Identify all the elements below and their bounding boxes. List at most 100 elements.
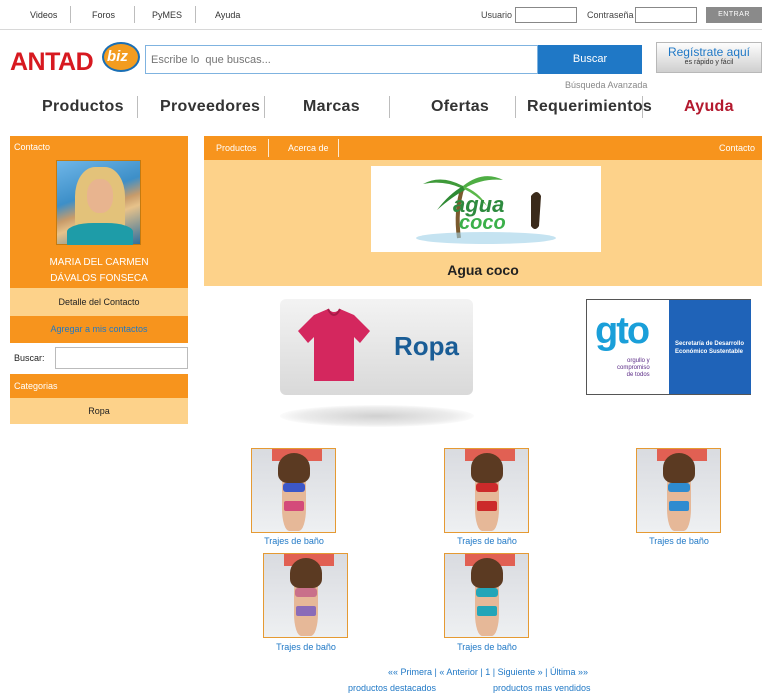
advanced-search-link[interactable]: Búsqueda Avanzada — [565, 80, 647, 90]
swimsuit-bottom — [477, 501, 497, 511]
pager-last[interactable]: Última »» — [550, 667, 588, 677]
sponsor-blue-panel: Secretaría de Desarrollo Económico Suste… — [669, 300, 751, 394]
tab-divider — [338, 139, 339, 157]
tagline-line: compromiso — [617, 365, 650, 371]
category-banner-label: Ropa — [394, 331, 459, 361]
sponsor-banner[interactable]: gto orgullo y compromiso de todos Secret… — [586, 299, 751, 395]
sponsor-tagline: orgullo y compromiso de todos — [617, 358, 650, 379]
top-bar: Videos Foros PyMES Ayuda Usuario Contras… — [0, 0, 762, 30]
category-banner-ropa[interactable]: Ropa — [280, 299, 473, 395]
model-hair — [471, 453, 503, 483]
product-image[interactable] — [251, 448, 336, 533]
password-input[interactable] — [635, 7, 697, 23]
top-divider — [134, 6, 135, 23]
sidebar-search-label: Buscar: — [14, 353, 45, 363]
tab-acerca-de[interactable]: Acerca de — [288, 143, 329, 153]
shirt-icon — [298, 308, 370, 381]
tagline-line: de todos — [626, 372, 650, 378]
usuario-label: Usuario — [481, 10, 513, 20]
contact-detail-link[interactable]: Detalle del Contacto — [10, 288, 188, 316]
model-hair — [290, 558, 322, 588]
tab-productos[interactable]: Productos — [216, 143, 257, 153]
store-tabs: Productos Acerca de Contacto — [204, 136, 762, 160]
contact-title: Contacto — [14, 142, 51, 152]
pager-prev[interactable]: « Anterior — [439, 667, 478, 677]
usuario-input[interactable] — [515, 7, 577, 23]
nav-ofertas[interactable]: Ofertas — [431, 98, 489, 116]
add-contact-link[interactable]: Agregar a mis contactos — [10, 316, 188, 343]
top-link-ayuda[interactable]: Ayuda — [215, 10, 240, 20]
pager-first[interactable]: «« Primera — [388, 667, 432, 677]
sidebar-search-input[interactable] — [55, 347, 188, 369]
nav-marcas[interactable]: Marcas — [303, 98, 360, 116]
top-divider — [195, 6, 196, 23]
model-hair — [278, 453, 310, 483]
product-label[interactable]: Trajes de baño — [437, 642, 537, 652]
swimsuit-top — [295, 588, 317, 597]
store-banner: agua coco Agua coco — [204, 160, 762, 286]
search-box — [145, 45, 538, 74]
secretaria-line: Secretaría de Desarrollo — [675, 341, 745, 347]
nav-divider — [137, 96, 138, 118]
store-name: Agua coco — [447, 262, 519, 278]
nav-productos[interactable]: Productos — [42, 98, 124, 116]
product-image[interactable] — [444, 448, 529, 533]
product-label[interactable]: Trajes de baño — [256, 642, 356, 652]
tab-divider — [268, 139, 269, 157]
search-input[interactable] — [146, 46, 537, 73]
model-hair — [471, 558, 503, 588]
swimsuit-bottom — [669, 501, 689, 511]
top-link-videos[interactable]: Videos — [30, 10, 57, 20]
secretaria-line: Económico Sustentable — [675, 349, 744, 355]
password-label: Contraseña — [587, 10, 634, 20]
top-link-pymes[interactable]: PyMES — [152, 10, 182, 20]
logo-suffix: biz — [107, 48, 128, 65]
product-label[interactable]: Trajes de baño — [437, 536, 537, 546]
pagination: «« Primera | « Anterior | 1 | Siguiente … — [388, 667, 588, 677]
contact-avatar[interactable] — [56, 160, 141, 245]
swimsuit-bottom — [284, 501, 304, 511]
top-link-foros[interactable]: Foros — [92, 10, 115, 20]
search-button[interactable]: Buscar — [538, 45, 642, 74]
top-divider — [70, 6, 71, 23]
register-title: Regístrate aquí — [667, 45, 751, 59]
categories-header: Categorias — [10, 374, 188, 398]
product-image[interactable] — [636, 448, 721, 533]
register-button[interactable]: Regístrate aquí es rápido y fácil — [656, 42, 762, 73]
product-image[interactable] — [444, 553, 529, 638]
product-label[interactable]: Trajes de baño — [244, 536, 344, 546]
contact-name-line2: DÁVALOS FONSECA — [50, 273, 148, 284]
swimsuit-bottom — [296, 606, 316, 616]
pager-current: 1 — [485, 667, 491, 677]
nav-divider — [515, 96, 516, 118]
nav-divider — [264, 96, 265, 118]
logo-word: ANTAD — [10, 48, 94, 76]
main-nav: Productos Proveedores Marcas Ofertas Req… — [0, 93, 762, 121]
swimsuit-top — [476, 483, 498, 492]
nav-ayuda[interactable]: Ayuda — [684, 98, 734, 116]
category-item-ropa[interactable]: Ropa — [10, 398, 188, 424]
nav-divider — [642, 96, 643, 118]
contact-panel: Contacto MARIA DEL CARMEN DÁVALOS FONSEC… — [10, 136, 188, 288]
swimsuit-top — [668, 483, 690, 492]
antad-logo[interactable]: ANTAD biz — [10, 42, 140, 78]
nav-divider — [389, 96, 390, 118]
pager-next[interactable]: Siguiente » — [498, 667, 543, 677]
tab-contacto[interactable]: Contacto — [719, 143, 755, 153]
entrar-button[interactable]: ENTRAR — [706, 7, 762, 23]
product-label[interactable]: Trajes de baño — [629, 536, 729, 546]
avatar-face — [87, 179, 113, 213]
model-hair — [663, 453, 695, 483]
tagline-line: orgullo y — [627, 358, 650, 364]
best-sellers-link[interactable]: productos mas vendidos — [493, 683, 591, 693]
banner-shadow — [280, 405, 474, 427]
nav-requerimientos[interactable]: Requerimientos — [527, 98, 652, 116]
nav-proveedores[interactable]: Proveedores — [160, 98, 260, 116]
swimsuit-top — [283, 483, 305, 492]
product-image[interactable] — [263, 553, 348, 638]
sponsor-logo: gto — [595, 310, 650, 352]
featured-products-link[interactable]: productos destacados — [348, 683, 436, 693]
sponsor-secretaria: Secretaría de Desarrollo Económico Suste… — [675, 340, 744, 356]
register-subtitle: es rápido y fácil — [684, 59, 734, 66]
brand-logo: agua coco — [371, 166, 601, 252]
